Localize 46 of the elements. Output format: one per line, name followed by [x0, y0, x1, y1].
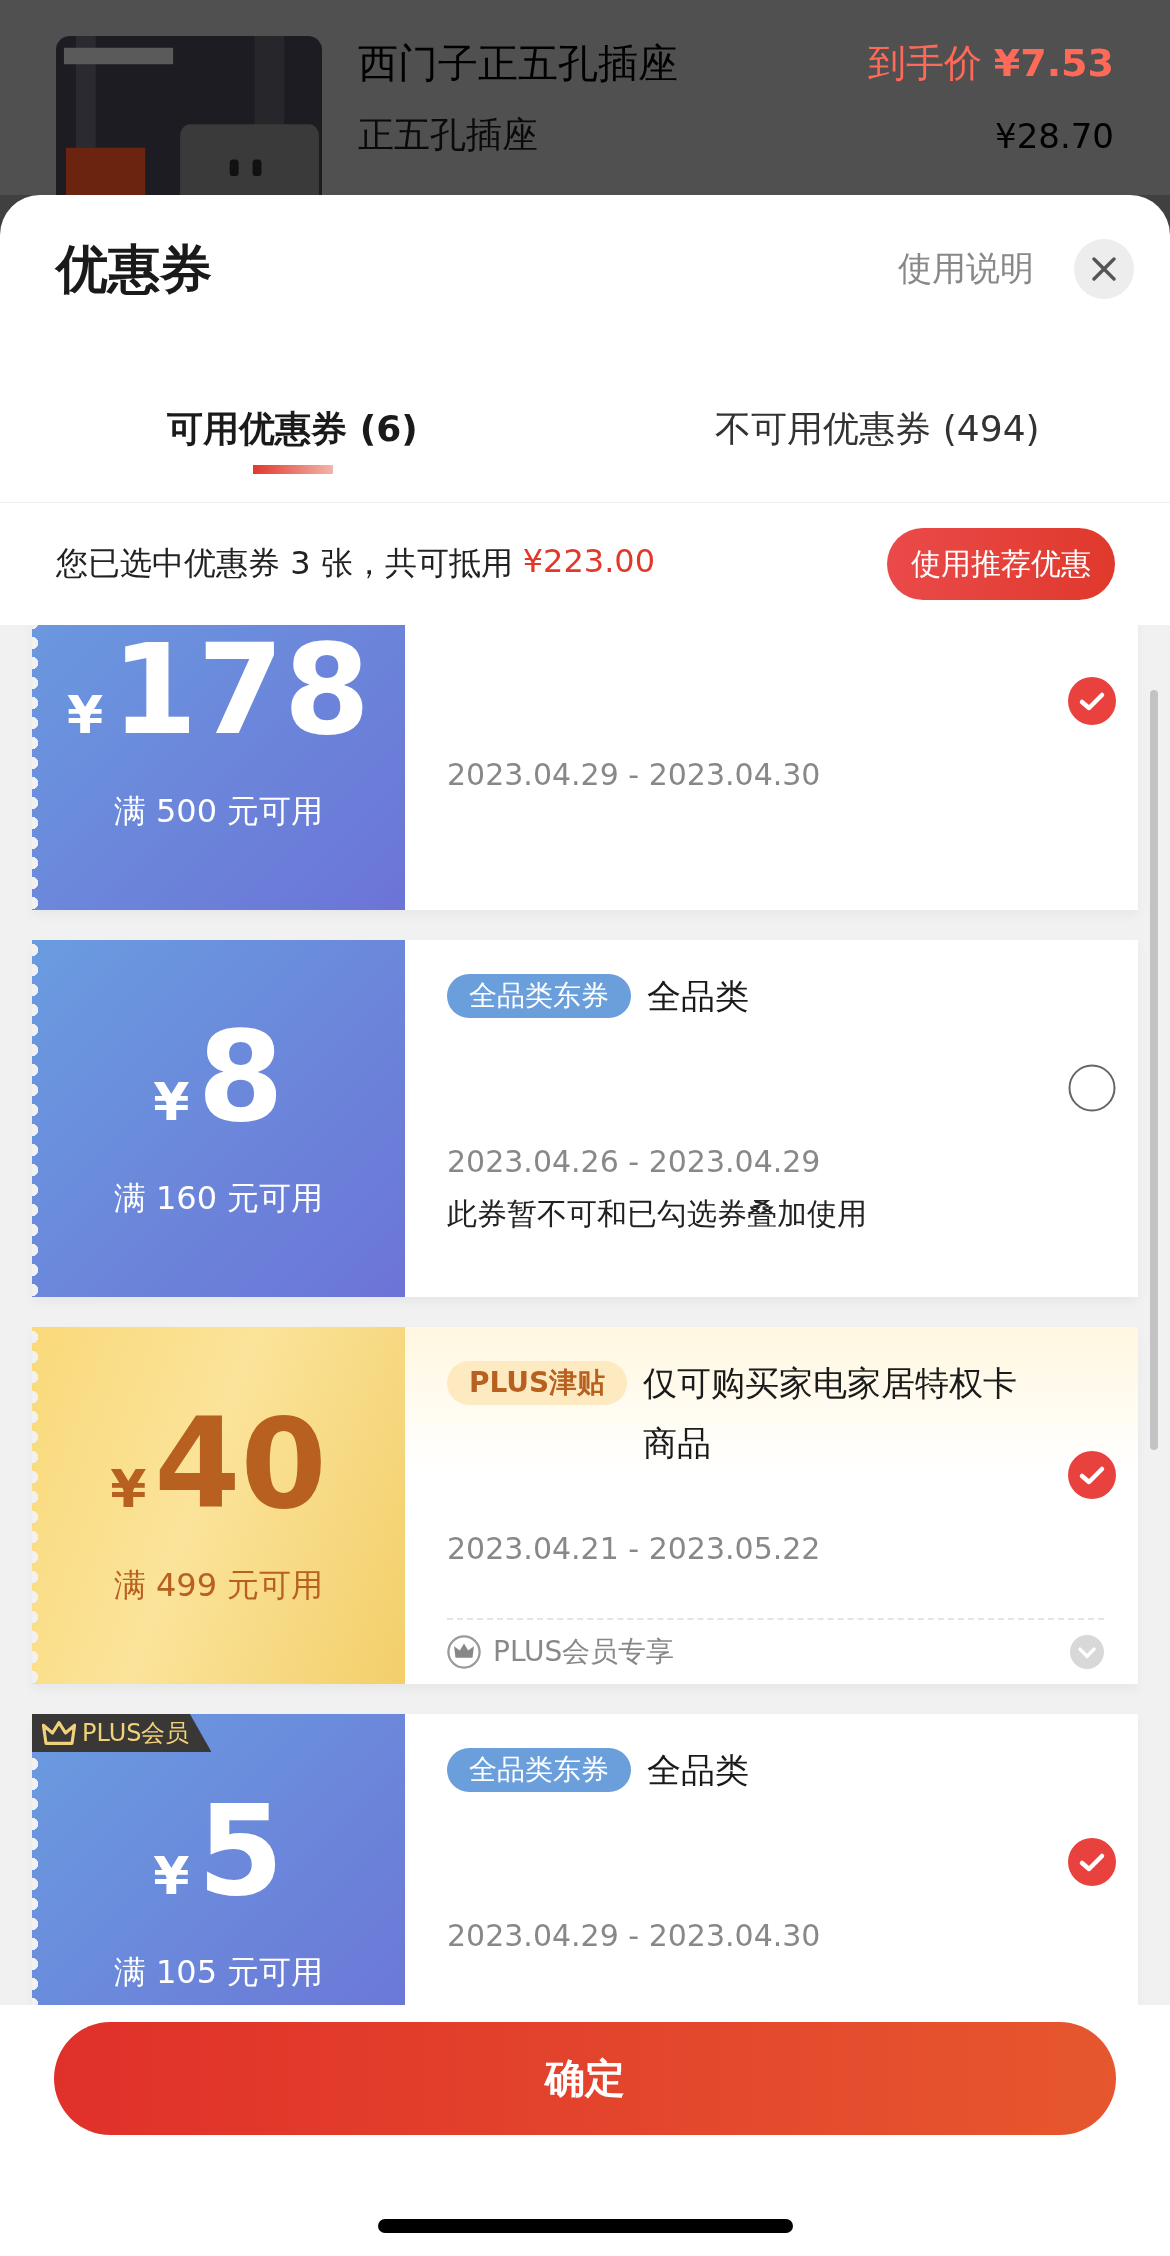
checked-icon[interactable] [1068, 677, 1116, 725]
coupon-condition: 满 499 元可用 [113, 1565, 324, 1606]
validity-dates: 2023.04.29 - 2023.04.30 [447, 756, 822, 794]
savings-amount: ¥223.00 [522, 542, 656, 582]
summary-text: 您已选中优惠券 3 张，共可抵用 [56, 543, 513, 584]
coupon-card[interactable]: ¥178 满 500 元可用 2023.04.29 - 2023.04.30 [32, 625, 1138, 910]
coupon-condition: 满 500 元可用 [113, 791, 324, 832]
coupon-tag: 全品类东券 [447, 1748, 631, 1792]
coupon-card[interactable]: ¥8 满 160 元可用 全品类东券 全品类 2023.04.26 - 2023.04.29 此券暂不可和已勾选券叠加使用 [32, 940, 1138, 1297]
coupon-amount: ¥178 [67, 625, 370, 764]
coupon-title: 全品类 [647, 1749, 750, 1792]
coupon-tag: 全品类东券 [447, 974, 631, 1018]
checked-icon[interactable] [1068, 1451, 1116, 1499]
coupon-card[interactable]: ¥40 满 499 元可用 PLUS津贴 仅可购买家电家居特权卡商品 2023.04.21 - 2023.05.22 PLUS会员专享 [32, 1327, 1138, 1684]
coupon-condition: 满 105 元可用 [113, 1952, 324, 1993]
checked-icon[interactable] [1068, 1838, 1116, 1886]
crown-icon [447, 1635, 481, 1669]
coupon-amount: ¥5 [153, 1786, 284, 1925]
product-subtitle: 正五孔插座 [358, 113, 538, 157]
member-badge: PLUS会员 [32, 1714, 212, 1752]
coupon-tag: PLUS津贴 [447, 1361, 628, 1405]
original-price: ¥28.70 [995, 115, 1114, 156]
coupon-title: 仅可购买家电家居特权卡商品 [643, 1362, 1019, 1465]
help-link[interactable]: 使用说明 [898, 246, 1034, 292]
validity-dates: 2023.04.26 - 2023.04.29 [447, 1143, 822, 1181]
product-title: 西门子正五孔插座 [358, 39, 678, 88]
coupon-amount: ¥40 [110, 1399, 327, 1538]
coupon-note: 此券暂不可和已勾选券叠加使用 [447, 1195, 868, 1233]
tab[interactable]: 可用优惠券 (6) [0, 350, 585, 502]
product-price: 到手价 ¥7.53 [867, 40, 1114, 87]
sheet-title: 优惠券 [56, 238, 212, 301]
scrollbar[interactable] [1150, 690, 1158, 1450]
confirm-button[interactable]: 确定 [54, 2022, 1116, 2135]
coupon-amount: ¥8 [153, 1012, 284, 1151]
recommend-button[interactable]: 使用推荐优惠 [887, 528, 1115, 600]
coupon-card[interactable]: PLUS会员 ¥5 满 105 元可用 全品类东券 全品类 2023.04.29 - 2023.04.30 [32, 1714, 1138, 2005]
coupon-condition: 满 160 元可用 [113, 1178, 324, 1219]
crown-icon [42, 1720, 76, 1746]
coupon-title: 全品类 [647, 975, 750, 1018]
member-note: PLUS会员专享 [493, 1634, 676, 1670]
tab[interactable]: 不可用优惠券 (494) [585, 350, 1170, 502]
chevron-down-icon [1070, 1635, 1104, 1669]
validity-dates: 2023.04.21 - 2023.05.22 [447, 1530, 822, 1568]
close-icon [1092, 257, 1116, 281]
checkbox[interactable] [1068, 1064, 1116, 1112]
validity-dates: 2023.04.29 - 2023.04.30 [447, 1917, 822, 1955]
